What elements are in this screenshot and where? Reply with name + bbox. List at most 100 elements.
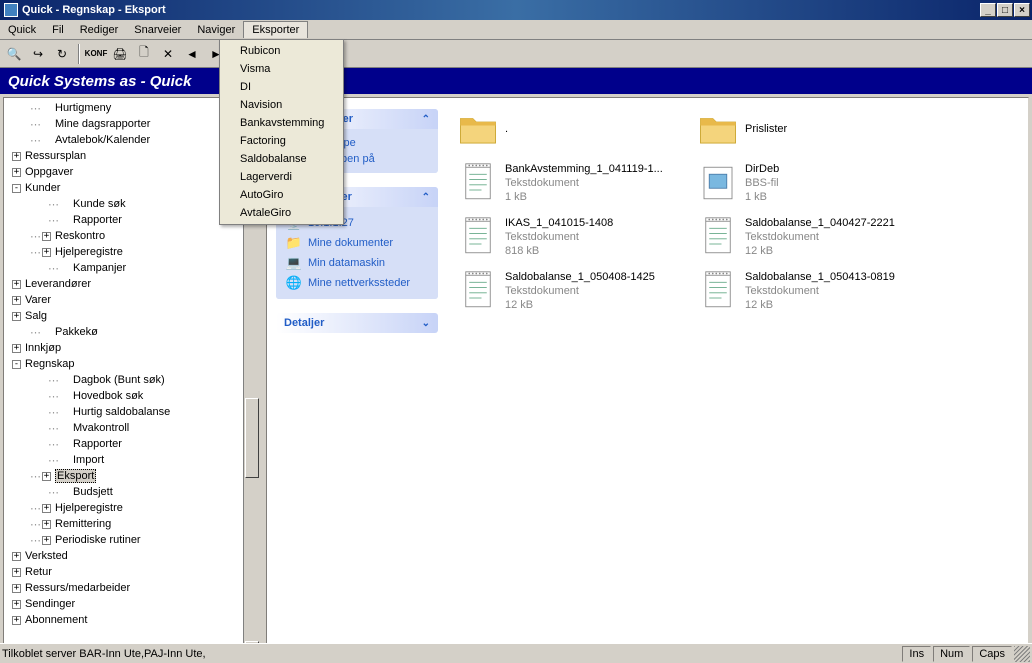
expander-icon[interactable]: - xyxy=(12,184,21,193)
expander-icon[interactable]: + xyxy=(12,344,21,353)
tree-node[interactable]: ⋯Mvakontroll xyxy=(6,420,257,436)
delete-icon[interactable]: ✕ xyxy=(158,44,178,64)
export-icon[interactable]: ↪ xyxy=(28,44,48,64)
dropdown-item-saldobalanse[interactable]: Saldobalanse xyxy=(222,150,341,168)
tree-node[interactable]: ⋯+Remittering xyxy=(6,516,257,532)
expander-icon[interactable]: + xyxy=(12,568,21,577)
tree-node[interactable]: ⋯+Hjelperegistre xyxy=(6,500,257,516)
tree-node[interactable]: ⋯Budsjett xyxy=(6,484,257,500)
expander-icon[interactable]: + xyxy=(12,584,21,593)
tree-node[interactable]: ⋯Dagbok (Bunt søk) xyxy=(6,372,257,388)
dropdown-item-rubicon[interactable]: Rubicon xyxy=(222,42,341,60)
place-link[interactable]: 📁Mine dokumenter xyxy=(286,233,428,253)
minimize-button[interactable]: _ xyxy=(980,3,996,17)
title-bar: Quick - Regnskap - Eksport _ □ × xyxy=(0,0,1032,20)
expander-icon[interactable]: + xyxy=(12,168,21,177)
new-icon[interactable]: 🗋 xyxy=(134,44,154,64)
dropdown-item-autogiro[interactable]: AutoGiro xyxy=(222,186,341,204)
tree-node[interactable]: +Salg xyxy=(6,308,257,324)
tree-node[interactable]: ⋯Hovedbok søk xyxy=(6,388,257,404)
menu-snarveier[interactable]: Snarveier xyxy=(126,22,189,38)
expander-icon[interactable]: + xyxy=(42,536,51,545)
dropdown-item-avtalegiro[interactable]: AvtaleGiro xyxy=(222,204,341,222)
expander-icon[interactable]: + xyxy=(12,600,21,609)
place-label: Mine dokumenter xyxy=(308,237,393,249)
tree-label: Periodiske rutiner xyxy=(55,534,141,546)
place-link[interactable]: 💻Min datamaskin xyxy=(286,253,428,273)
status-text: Tilkoblet server BAR-Inn Ute,PAJ-Inn Ute… xyxy=(2,648,206,660)
folder-item[interactable]: . xyxy=(457,108,667,150)
tree-node[interactable]: +Varer xyxy=(6,292,257,308)
status-cell-caps: Caps xyxy=(972,646,1012,662)
menu-rediger[interactable]: Rediger xyxy=(72,22,127,38)
place-link[interactable]: 🌐Mine nettverkssteder xyxy=(286,273,428,293)
expander-icon[interactable]: + xyxy=(42,248,51,257)
file-area[interactable]: . Prislister BankAvstemming_1_041119-1...T… xyxy=(447,98,1028,657)
tree-node[interactable]: ⋯+Periodiske rutiner xyxy=(6,532,257,548)
tree-node[interactable]: +Retur xyxy=(6,564,257,580)
file-item[interactable]: DirDebBBS-fil1 kB xyxy=(697,162,907,204)
place-icon: 🌐 xyxy=(286,275,302,291)
tree-node[interactable]: ⋯Rapporter xyxy=(6,436,257,452)
file-item[interactable]: BankAvstemming_1_041119-1...Tekstdokumen… xyxy=(457,162,667,204)
maximize-button[interactable]: □ xyxy=(997,3,1013,17)
dropdown-item-lagerverdi[interactable]: Lagerverdi xyxy=(222,168,341,186)
tree-node[interactable]: +Ressurs/medarbeider xyxy=(6,580,257,596)
dropdown-item-visma[interactable]: Visma xyxy=(222,60,341,78)
folder-item[interactable]: Prislister xyxy=(697,108,907,150)
dropdown-item-navision[interactable]: Navision xyxy=(222,96,341,114)
tree-label: Innkjøp xyxy=(25,342,61,354)
tree-node[interactable]: ⋯Pakkekø xyxy=(6,324,257,340)
back-icon[interactable]: ◄ xyxy=(182,44,202,64)
tree-node[interactable]: ⋯+Reskontro xyxy=(6,228,257,244)
menu-naviger[interactable]: Naviger xyxy=(189,22,243,38)
menu-eksporter[interactable]: Eksporter xyxy=(243,21,308,38)
tree-node[interactable]: -Regnskap xyxy=(6,356,257,372)
expander-icon[interactable]: + xyxy=(42,520,51,529)
status-cell-num: Num xyxy=(933,646,970,662)
print-icon[interactable]: 🖨 xyxy=(110,44,130,64)
details-panel-header[interactable]: Detaljer ⌄ xyxy=(276,313,438,333)
file-item[interactable]: Saldobalanse_1_040427-2221Tekstdokument1… xyxy=(697,216,907,258)
resize-grip[interactable] xyxy=(1014,646,1030,662)
tree-label: Oppgaver xyxy=(25,166,73,178)
tree-node[interactable]: ⋯+Eksport xyxy=(6,468,257,484)
expander-icon[interactable]: + xyxy=(12,296,21,305)
tree-node[interactable]: +Sendinger xyxy=(6,596,257,612)
tree-node[interactable]: ⋯Hurtig saldobalanse xyxy=(6,404,257,420)
separator xyxy=(78,44,80,64)
expander-icon[interactable]: + xyxy=(12,616,21,625)
tree-node[interactable]: ⋯+Hjelperegistre xyxy=(6,244,257,260)
tree-node[interactable]: ⋯Kampanjer xyxy=(6,260,257,276)
expander-icon[interactable]: + xyxy=(42,472,51,481)
dropdown-item-di[interactable]: DI xyxy=(222,78,341,96)
expander-icon[interactable]: + xyxy=(42,504,51,513)
conf-icon[interactable]: KONF xyxy=(86,44,106,64)
tree-label: Ressursplan xyxy=(25,150,86,162)
tree-node[interactable]: ⋯Import xyxy=(6,452,257,468)
tree-node[interactable]: +Verksted xyxy=(6,548,257,564)
expander-icon[interactable]: + xyxy=(12,280,21,289)
expander-icon[interactable]: + xyxy=(12,552,21,561)
file-item[interactable]: Saldobalanse_1_050413-0819Tekstdokument1… xyxy=(697,270,907,312)
expander-icon[interactable]: - xyxy=(12,360,21,369)
status-cell-ins: Ins xyxy=(902,646,931,662)
tree-node[interactable]: +Abonnement xyxy=(6,612,257,628)
scroll-thumb[interactable] xyxy=(245,398,259,478)
refresh-icon[interactable]: ↻ xyxy=(52,44,72,64)
dropdown-item-bankavstemming[interactable]: Bankavstemming xyxy=(222,114,341,132)
file-item[interactable]: Saldobalanse_1_050408-1425Tekstdokument1… xyxy=(457,270,667,312)
expander-icon[interactable]: + xyxy=(42,232,51,241)
file-size: 12 kB xyxy=(745,298,895,312)
menu-fil[interactable]: Fil xyxy=(44,22,72,38)
dropdown-item-factoring[interactable]: Factoring xyxy=(222,132,341,150)
search-icon[interactable]: 🔍 xyxy=(4,44,24,64)
close-button[interactable]: × xyxy=(1014,3,1030,17)
tree-node[interactable]: + Innkjøp xyxy=(6,340,257,356)
expander-icon[interactable]: + xyxy=(12,152,21,161)
file-icon xyxy=(697,270,739,312)
expander-icon[interactable]: + xyxy=(12,312,21,321)
file-item[interactable]: IKAS_1_041015-1408Tekstdokument818 kB xyxy=(457,216,667,258)
tree-node[interactable]: +Leverandører xyxy=(6,276,257,292)
menu-quick[interactable]: Quick xyxy=(0,22,44,38)
